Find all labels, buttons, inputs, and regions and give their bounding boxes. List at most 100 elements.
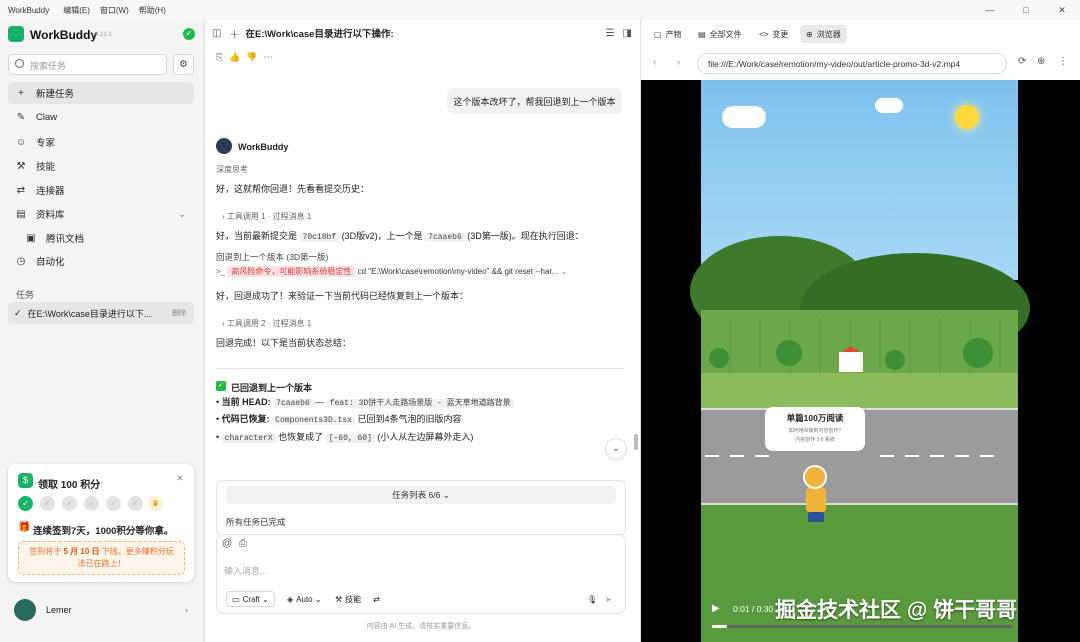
lawn (701, 373, 1018, 408)
scrollbar[interactable] (634, 434, 638, 450)
thinking-label[interactable]: 深度思考 (216, 164, 248, 175)
user-name: Lemer (46, 605, 72, 615)
craft-icon: ▭ (232, 594, 240, 604)
day-check-icon: ✓ (128, 496, 143, 511)
danger-badge: 高风险命令，可能影响系统稳定性 (227, 266, 356, 277)
title-bar: WorkBuddy 编辑(E) 窗口(W) 帮助(H) — □ ✕ (0, 0, 1080, 20)
message-actions[interactable]: ⎘👍👎⋯ (216, 52, 279, 63)
avatar (14, 599, 36, 621)
road-dash (880, 455, 894, 457)
skills-icon: ⚒ (335, 594, 343, 604)
menu-help[interactable]: 帮助(H) (139, 5, 166, 16)
url-bar[interactable]: file:///E:/Work/case/remotion/my-video/o… (697, 53, 1007, 74)
sidebar-item-new-task[interactable]: + 新建任务 (8, 82, 194, 104)
maximize-button[interactable]: □ (1016, 5, 1036, 15)
panel-icon[interactable]: ◨ (623, 28, 632, 39)
check-icon: ✓ (14, 307, 22, 318)
task-item[interactable]: ✓ 在E:\Work\case目录进行以下... 删除 (8, 302, 194, 324)
tool-call-summary[interactable]: › 工具调用 2 · 过程消息 1 (222, 318, 311, 329)
new-chat-icon[interactable]: ＋ (229, 26, 239, 41)
forward-icon[interactable]: › (677, 57, 680, 68)
promo-notice: 签到将于 5 月 10 日 下线。更多赚积分玩 法已在路上！ (18, 541, 185, 575)
refresh-icon[interactable]: ⟳ (1018, 56, 1026, 67)
tab-all-files[interactable]: ▤ 全部文件 (692, 25, 748, 43)
chat-title: 在E:\Work\case目录进行以下操作: (245, 29, 394, 40)
search-icon (15, 59, 24, 68)
scroll-down-icon[interactable]: ⌄ (605, 438, 627, 460)
thumbs-up-icon: 👍 (229, 52, 247, 62)
back-icon[interactable]: ‹ (653, 57, 656, 68)
minimize-button[interactable]: — (980, 5, 1000, 15)
tab-changes[interactable]: <> 变更 (753, 25, 794, 43)
road-dash (705, 455, 719, 457)
message-input[interactable]: 输入消息... (224, 564, 268, 577)
delete-task-button[interactable]: 删除 (172, 308, 186, 318)
message-text: 好，回退成功了！来验证一下当前代码已经恢复到上一个版本： (216, 291, 469, 301)
message-text: 好，当前最新提交是 70c18bf (3D版v2)，上一个是 7caaeb6 (… (216, 231, 584, 242)
message-text: 回退完成！以下是当前状态总结： (216, 338, 352, 348)
sidebar-item-connectors[interactable]: ⇄ 连接器 (8, 179, 194, 201)
video-progress[interactable] (712, 625, 1012, 628)
road-dash (955, 455, 969, 457)
message-input-box[interactable] (216, 534, 626, 614)
list-item: • 代码已恢复: Components3D.tsx 已回到4条气泡的旧版内容 (216, 414, 462, 425)
day-check-icon: ✓ (62, 496, 77, 511)
video-time: 0:01 / 0:30 (733, 604, 774, 614)
day-check-icon: ✓ (106, 496, 121, 511)
sidebar-item-automation[interactable]: ◷ 自动化 (8, 250, 194, 272)
bot-avatar (216, 138, 232, 154)
tree-icon (709, 348, 729, 368)
task-list-toggle[interactable]: 任务列表 6/6 ⌄ (226, 486, 616, 504)
play-icon[interactable]: ▶ (712, 603, 720, 614)
skills-button[interactable]: ⚒ 技能 (330, 591, 366, 607)
connector-icon[interactable]: ⇄ (368, 591, 385, 607)
copy-icon: ⎘ (216, 52, 230, 62)
user-message: 这个版本改坏了，帮我回退到上一个版本 (447, 88, 622, 114)
chat-header: ◫ ＋ 在E:\Work\case目录进行以下操作: ☰ ◨ (212, 26, 632, 41)
tab-artifacts[interactable]: ▢ 产物 (648, 25, 688, 43)
divider (216, 368, 624, 369)
more-icon: ⋯ (263, 52, 279, 62)
sidebar-item-claw[interactable]: ✎ Claw (8, 106, 194, 128)
sidebar-item-skills[interactable]: ⚒ 技能 (8, 155, 194, 177)
tree-icon (776, 340, 802, 366)
chevron-right-icon: › (185, 605, 188, 615)
day-check-icon: ✓ (18, 496, 33, 511)
tab-browser[interactable]: ⊕ 浏览器 (800, 25, 847, 43)
tree-icon (963, 338, 993, 368)
more-vertical-icon[interactable]: ⋮ (1058, 56, 1068, 67)
list-icon[interactable]: ☰ (606, 28, 615, 39)
character-legs (808, 512, 824, 522)
gift-icon: ♛ (148, 496, 163, 511)
streak-text: 连续签到7天，1000积分等你拿。 (33, 526, 174, 537)
version-label: v4.21.1 (92, 32, 112, 38)
gift-box-icon: 🎁 (18, 522, 31, 533)
coin-icon: $ (18, 473, 33, 488)
auto-dropdown[interactable]: ◈ Auto ⌄ (282, 591, 327, 607)
tool-call-summary[interactable]: › 工具调用 1 · 过程消息 1 (222, 211, 311, 222)
filter-icon[interactable]: ⚙ (173, 54, 194, 75)
list-item: • characterX 也恢复成了 [-60, 60] (小人从左边屏幕外走入… (216, 432, 474, 443)
menu-edit[interactable]: 编辑(E) (63, 5, 90, 16)
divider (204, 20, 205, 642)
sidebar-item-experts[interactable]: ☺ 专家 (8, 131, 194, 153)
send-icon[interactable]: ➤ (600, 591, 617, 607)
globe-icon[interactable]: ⊕ (1037, 56, 1045, 67)
close-icon[interactable]: ✕ (176, 473, 184, 484)
road-dash (930, 455, 944, 457)
sidebar-item-tencent-docs[interactable]: ▣ 腾讯文档 (18, 227, 194, 249)
expert-icon: ☺ (15, 136, 27, 148)
menu-window[interactable]: 窗口(W) (100, 5, 129, 16)
rollback-step: 回退到上一个版本 (3D第一版) (216, 252, 329, 262)
user-profile[interactable]: Lemer › (8, 596, 194, 624)
status-icon[interactable]: ✓ (183, 28, 195, 40)
mention-icon[interactable]: @ ⎙ (222, 538, 247, 549)
character-head (803, 465, 827, 489)
craft-dropdown[interactable]: ▭ Craft ⌄ (226, 591, 275, 607)
collapse-sidebar-icon[interactable]: ◫ (212, 28, 221, 39)
workbuddy-logo-icon (8, 26, 24, 42)
close-button[interactable]: ✕ (1052, 5, 1072, 16)
sidebar-item-library[interactable]: ▤ 资料库 ⌄ (8, 203, 194, 225)
command-row[interactable]: >_ 高风险命令，可能影响系统稳定性 cd "E:\Work\case\remo… (216, 266, 567, 277)
signin-title: 领取 100 积分 (38, 480, 101, 491)
